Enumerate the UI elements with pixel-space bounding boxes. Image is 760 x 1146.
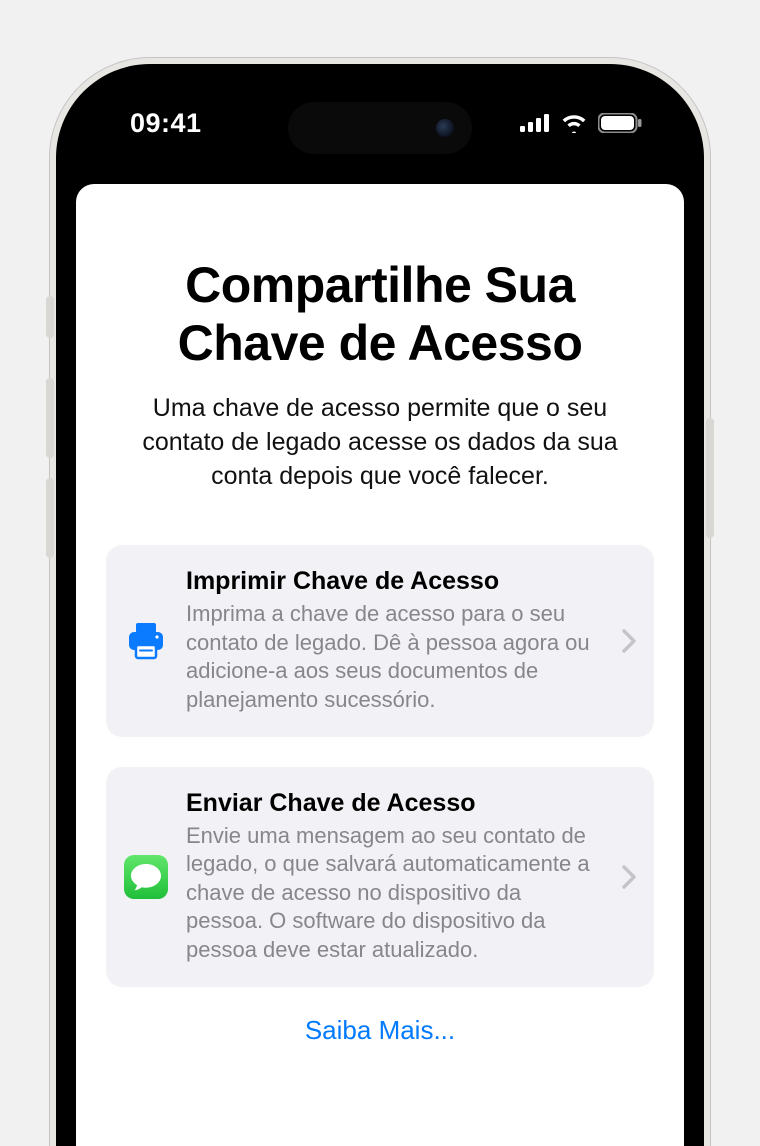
status-time: 09:41 xyxy=(130,108,202,139)
chevron-right-icon xyxy=(622,865,636,889)
wifi-icon xyxy=(560,113,588,133)
volume-down-button xyxy=(46,478,54,558)
phone-frame: 09:41 xyxy=(50,58,710,1146)
chevron-right-icon xyxy=(622,629,636,653)
title-line-1: Compartilhe Sua xyxy=(185,257,575,313)
page-subtitle: Uma chave de acesso permite que o seu co… xyxy=(106,392,654,493)
screen: 09:41 xyxy=(70,78,690,1146)
cellular-icon xyxy=(520,114,550,132)
print-option-title: Imprimir Chave de Acesso xyxy=(186,567,604,596)
silence-switch xyxy=(46,296,54,338)
page-title: Compartilhe Sua Chave de Acesso xyxy=(106,256,654,372)
battery-icon xyxy=(598,113,642,133)
title-line-2: Chave de Acesso xyxy=(178,315,583,371)
messages-icon xyxy=(124,855,168,899)
volume-up-button xyxy=(46,378,54,458)
power-button xyxy=(706,418,714,538)
learn-more-link[interactable]: Saiba Mais... xyxy=(106,1015,654,1046)
send-option-title: Enviar Chave de Acesso xyxy=(186,789,604,818)
print-option-desc: Imprima a chave de acesso para o seu con… xyxy=(186,600,604,714)
print-access-key-option[interactable]: Imprimir Chave de Acesso Imprima a chave… xyxy=(106,545,654,736)
share-access-key-sheet: Compartilhe Sua Chave de Acesso Uma chav… xyxy=(76,184,684,1146)
camera-icon xyxy=(436,119,454,137)
dynamic-island xyxy=(288,102,472,154)
status-bar: 09:41 xyxy=(70,78,690,168)
send-access-key-option[interactable]: Enviar Chave de Acesso Envie uma mensage… xyxy=(106,767,654,987)
printer-icon xyxy=(125,620,167,662)
send-option-desc: Envie uma mensagem ao seu contato de leg… xyxy=(186,822,604,965)
